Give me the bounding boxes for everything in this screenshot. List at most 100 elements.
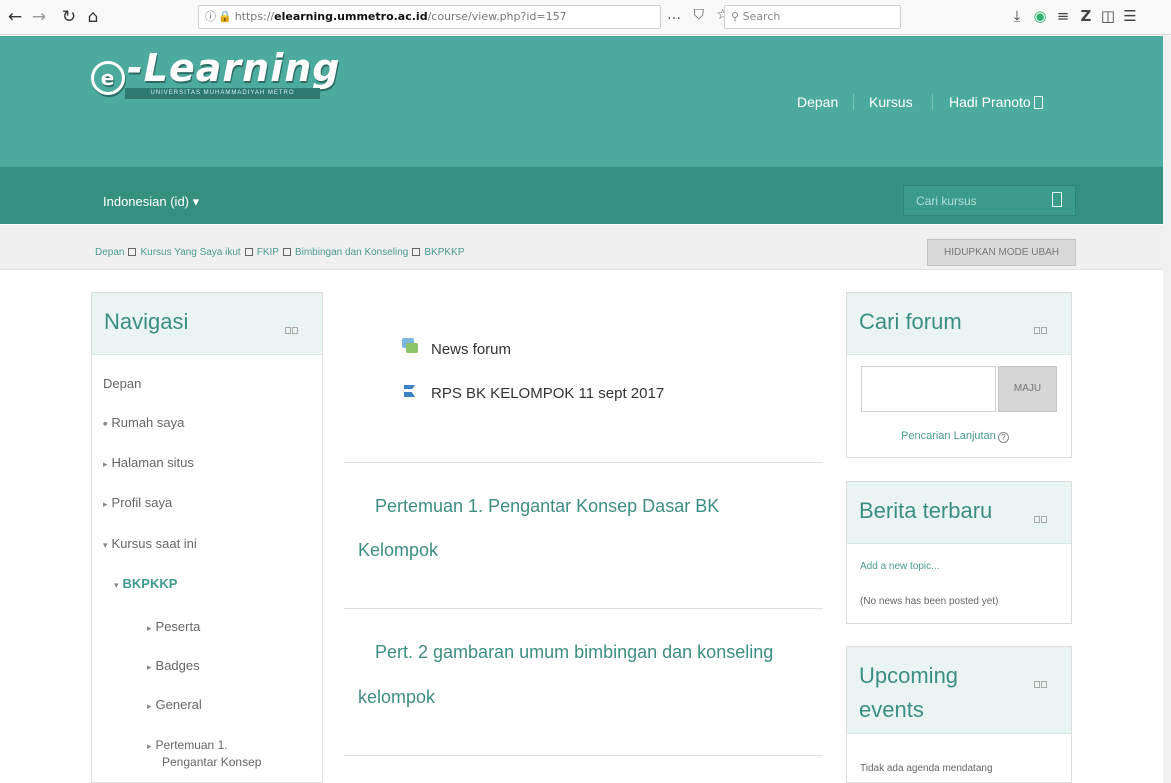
breadcrumb-item[interactable]: Bimbingan dan Konseling	[295, 247, 408, 258]
activity-rps-file[interactable]: RPS BK KELOMPOK 11 sept 2017	[431, 385, 664, 402]
nav-item-depan[interactable]: Depan	[103, 376, 141, 391]
help-icon[interactable]: ?	[997, 432, 1009, 443]
section-title-pertemuan-1[interactable]: Pertemuan 1. Pengantar Konsep Dasar BK	[375, 496, 719, 517]
breadcrumb-separator-icon	[282, 248, 291, 256]
nav-label: Pertemuan 1.	[155, 738, 228, 752]
chevron-right-icon: ▸	[147, 702, 152, 712]
section-divider	[344, 608, 823, 609]
breadcrumb-separator-icon	[128, 248, 137, 256]
advanced-search-link[interactable]: Pencarian Lanjutan?	[901, 430, 1009, 443]
reload-icon[interactable]: ↻	[58, 6, 80, 28]
no-news-text: (No news has been posted yet)	[860, 596, 999, 607]
add-topic-link[interactable]: Add a new topic...	[860, 561, 940, 572]
nav-item-kursus-saat-ini[interactable]: ▾ Kursus saat ini	[103, 536, 197, 551]
dock-block-icon[interactable]	[1034, 676, 1048, 688]
menu-icon[interactable]: ☰	[1121, 7, 1139, 25]
info-icon[interactable]: ⓘ	[205, 10, 216, 23]
section-title-pertemuan-1-cont[interactable]: Kelompok	[358, 540, 438, 561]
back-icon[interactable]: ←	[4, 6, 26, 28]
logo-mark-icon: e	[91, 61, 125, 95]
breadcrumb-item[interactable]: Depan	[95, 247, 124, 258]
nav-label: Rumah saya	[111, 415, 185, 430]
chevron-down-icon: ▾	[103, 541, 108, 551]
navigation-title: Navigasi	[104, 309, 189, 334]
file-icon	[401, 382, 419, 400]
library-icon[interactable]: ≡	[1054, 7, 1072, 25]
user-dropdown-icon	[1033, 96, 1043, 109]
download-icon[interactable]: ⤓	[1008, 7, 1026, 25]
nav-item-pertemuan-1-cont[interactable]: Pengantar Konsep	[162, 755, 261, 769]
nav-label: Peserta	[155, 619, 201, 634]
user-menu[interactable]: Hadi Pranoto	[949, 94, 1043, 110]
user-name: Hadi Pranoto	[949, 94, 1031, 110]
search-icon[interactable]	[1052, 192, 1062, 207]
nav-item-profil-saya[interactable]: ▸ Profil saya	[103, 495, 172, 510]
course-search-field[interactable]: Cari kursus	[903, 185, 1076, 216]
advanced-search-label: Pencarian Lanjutan	[901, 430, 996, 442]
section-title-pert-2[interactable]: Pert. 2 gambaran umum bimbingan dan kons…	[375, 642, 773, 663]
upcoming-events-header: Upcoming events	[847, 647, 1071, 734]
edit-mode-button[interactable]: HIDUPKAN MODE UBAH	[927, 239, 1076, 266]
forum-search-input[interactable]	[861, 366, 996, 412]
forum-search-button[interactable]: MAJU	[998, 366, 1057, 412]
chevron-right-icon: ▸	[103, 460, 108, 470]
nav-item-badges[interactable]: ▸ Badges	[147, 658, 200, 673]
url-prefix: https://	[234, 10, 275, 23]
menu-divider	[932, 94, 933, 110]
dock-block-icon[interactable]	[1034, 511, 1048, 523]
menu-divider	[853, 94, 854, 110]
logo-subtitle: UNIVERSITAS MUHAMMADIYAH METRO	[125, 88, 320, 99]
upcoming-events-title: Upcoming	[859, 663, 959, 688]
nav-item-rumah-saya[interactable]: ● Rumah saya	[103, 415, 184, 430]
breadcrumb-item[interactable]: BKPKKP	[424, 247, 464, 258]
activity-news-forum[interactable]: News forum	[431, 341, 511, 358]
sidebar-icon[interactable]: ◫	[1099, 7, 1117, 25]
browser-search-field[interactable]: ⚲ Search	[724, 5, 901, 29]
home-icon[interactable]: ⌂	[82, 6, 104, 28]
dock-block-icon[interactable]	[285, 322, 299, 334]
url-host: elearning.ummetro.ac.id	[274, 10, 428, 23]
search-icon: ⚲	[731, 10, 740, 23]
nav-label: Depan	[103, 376, 142, 391]
bullet-icon: ●	[103, 421, 108, 427]
section-divider	[344, 755, 823, 756]
section-title-pert-2-cont[interactable]: kelompok	[358, 687, 435, 708]
search-forums-header: Cari forum	[847, 293, 1071, 355]
nav-item-peserta[interactable]: ▸ Peserta	[147, 619, 200, 634]
nav-item-pertemuan-1[interactable]: ▸ Pertemuan 1.	[147, 738, 228, 752]
nav-label: Halaman situs	[111, 455, 194, 470]
chevron-right-icon: ▸	[103, 500, 108, 510]
forum-icon	[401, 337, 419, 355]
extension-icon[interactable]: ◉	[1031, 7, 1049, 25]
zotero-icon[interactable]: Z	[1077, 7, 1095, 25]
language-selector[interactable]: Indonesian (id) ▾	[103, 194, 199, 210]
lock-icon: 🔒	[218, 10, 232, 23]
latest-news-title: Berita terbaru	[859, 498, 993, 523]
nav-item-general[interactable]: ▸ General	[147, 697, 202, 712]
address-bar[interactable]: ⓘ 🔒 https://elearning.ummetro.ac.id/course…	[198, 5, 661, 29]
menu-kursus[interactable]: Kursus	[869, 94, 913, 110]
nav-item-bkpkkp[interactable]: ▾ BKPKKP	[114, 576, 177, 591]
upcoming-events-title-cont: events	[859, 697, 924, 722]
browser-toolbar: ← → ↻ ⌂ ⓘ 🔒 https://elearning.ummetro.ac.i…	[0, 0, 1171, 35]
breadcrumb-separator-icon	[244, 248, 253, 256]
chevron-right-icon: ▸	[147, 742, 152, 752]
dock-block-icon[interactable]	[1034, 322, 1048, 334]
page-scrollbar[interactable]	[1163, 36, 1171, 783]
no-events-text: Tidak ada agenda mendatang	[860, 763, 993, 774]
navigation-block-header: Navigasi	[92, 293, 322, 355]
url-path: /course/view.php?id=157	[427, 10, 567, 23]
breadcrumb: Depan Kursus Yang Saya ikut FKIP Bimbingan …	[95, 247, 464, 258]
chevron-right-icon: ▸	[147, 624, 152, 634]
course-search-placeholder: Cari kursus	[916, 194, 977, 208]
forward-icon[interactable]: →	[28, 6, 50, 28]
menu-depan[interactable]: Depan	[797, 94, 838, 110]
breadcrumb-item[interactable]: Kursus Yang Saya ikut	[140, 247, 240, 258]
breadcrumb-separator-icon	[412, 248, 421, 256]
breadcrumb-item[interactable]: FKIP	[257, 247, 279, 258]
nav-item-halaman-situs[interactable]: ▸ Halaman situs	[103, 455, 194, 470]
latest-news-header: Berita terbaru	[847, 482, 1071, 544]
nav-label: BKPKKP	[122, 576, 178, 591]
nav-label: General	[155, 697, 202, 712]
chevron-right-icon: ▸	[147, 663, 152, 673]
